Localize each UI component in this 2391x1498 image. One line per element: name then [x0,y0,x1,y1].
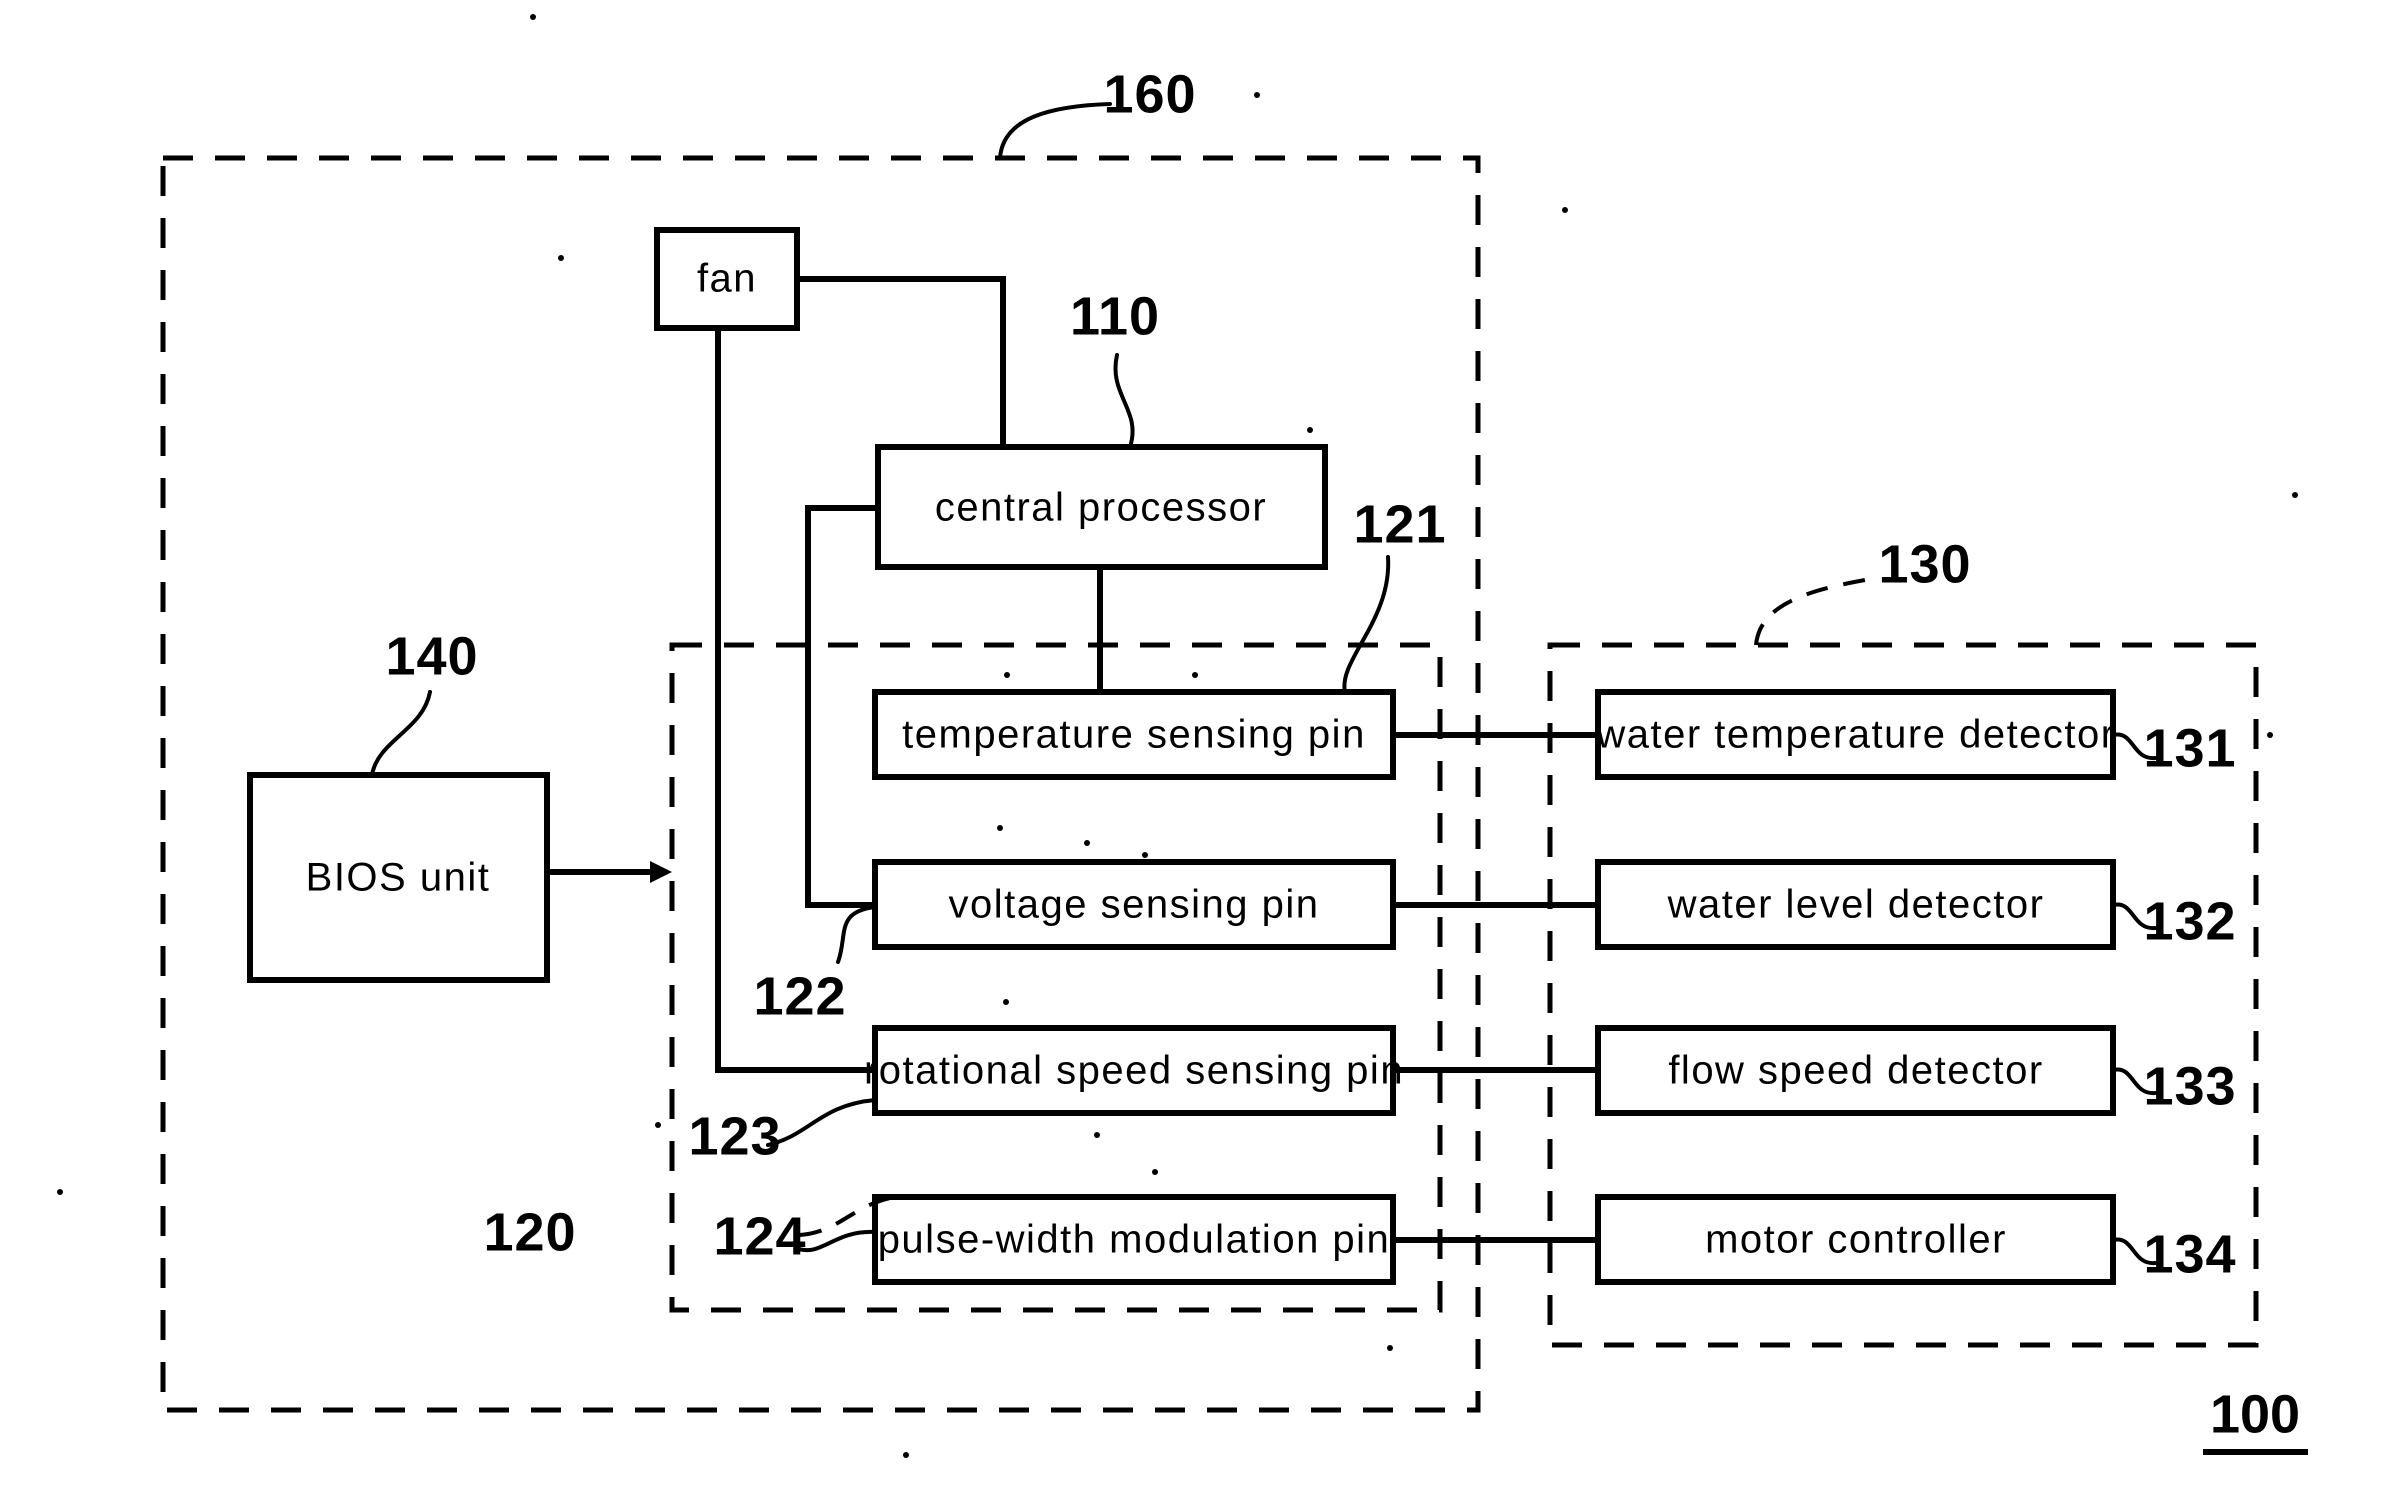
block-water-temperature-detector-label: water temperature detector [1595,713,2115,757]
ref-number-110: 110 [1070,286,1160,346]
block-diagram-canvas: fan central processor BIOS unit temperat… [57,14,2308,1458]
block-fan-label: fan [697,257,757,301]
leader-140 [370,690,432,777]
scan-speck [2267,732,2273,738]
block-central-processor: central processor [875,444,1328,570]
wire-fan-to-cpu [797,276,1006,447]
ref-number-121: 121 [1353,494,1446,554]
ref-number-140: 140 [385,626,478,686]
scan-speck [1003,999,1009,1005]
scan-speck [1142,852,1148,858]
scan-speck [1192,672,1198,678]
leader-130 [1754,576,1877,646]
arrowhead-bios [650,861,672,883]
leader-121 [1342,555,1391,694]
ref-number-123: 123 [688,1106,781,1166]
scan-speck [558,255,564,261]
block-voltage-sensing-pin: voltage sensing pin [872,859,1396,950]
ref-number-124: 124 [713,1206,806,1266]
leader-122 [836,905,877,964]
block-central-processor-label: central processor [935,486,1267,530]
block-flow-speed-detector-label: flow speed detector [1668,1049,2043,1093]
block-temperature-sensing-pin-label: temperature sensing pin [902,713,1366,757]
scan-speck [1254,92,1260,98]
leader-110 [1113,353,1135,449]
block-pulse-width-modulation-pin-label: pulse-width modulation pin [878,1218,1391,1262]
block-water-temperature-detector: water temperature detector [1595,689,2116,780]
scan-speck [1562,207,1568,213]
scan-speck [1094,1132,1100,1138]
block-flow-speed-detector: flow speed detector [1595,1025,2116,1116]
block-pulse-width-modulation-pin: pulse-width modulation pin [872,1194,1396,1285]
ref-number-132: 132 [2143,891,2236,951]
scan-speck [1307,427,1313,433]
scan-speck [655,1122,661,1128]
ref-number-160: 160 [1103,64,1196,124]
block-motor-controller: motor controller [1595,1194,2116,1285]
figure-number-text: 100 [2210,1384,2300,1444]
patent-figure: fan central processor BIOS unit temperat… [0,0,2391,1498]
ref-number-130: 130 [1878,534,1971,594]
ref-number-133: 133 [2143,1056,2236,1116]
ref-number-131: 131 [2143,718,2236,778]
block-fan: fan [654,227,800,331]
wire-cpu-to-voltage-pin [805,505,878,908]
leader-160 [998,102,1112,160]
block-temperature-sensing-pin: temperature sensing pin [872,689,1396,780]
block-water-level-detector: water level detector [1595,859,2116,950]
block-bios-unit: BIOS unit [247,772,550,983]
block-rotational-speed-sensing-pin: rotational speed sensing pin [864,1025,1404,1116]
scan-speck [1387,1345,1393,1351]
block-voltage-sensing-pin-label: voltage sensing pin [949,883,1320,927]
block-motor-controller-label: motor controller [1705,1218,2007,1262]
leader-123 [766,1098,877,1147]
scan-speck [1004,672,1010,678]
scan-speck [997,825,1003,831]
scan-speck [1084,840,1090,846]
scan-speck [903,1452,909,1458]
scan-speck [2292,492,2298,498]
scan-speck [1152,1169,1158,1175]
ref-number-122: 122 [753,966,846,1026]
ref-number-134: 134 [2143,1224,2236,1284]
block-rotational-speed-sensing-pin-label: rotational speed sensing pin [864,1049,1404,1093]
figure-number: 100 [2203,1384,2308,1455]
block-water-level-detector-label: water level detector [1667,883,2045,927]
ref-number-120: 120 [483,1202,576,1262]
scan-speck [57,1189,63,1195]
block-bios-unit-label: BIOS unit [306,856,491,900]
scan-speck [530,14,536,20]
wire-fan-to-rotational-pin [715,328,875,1073]
